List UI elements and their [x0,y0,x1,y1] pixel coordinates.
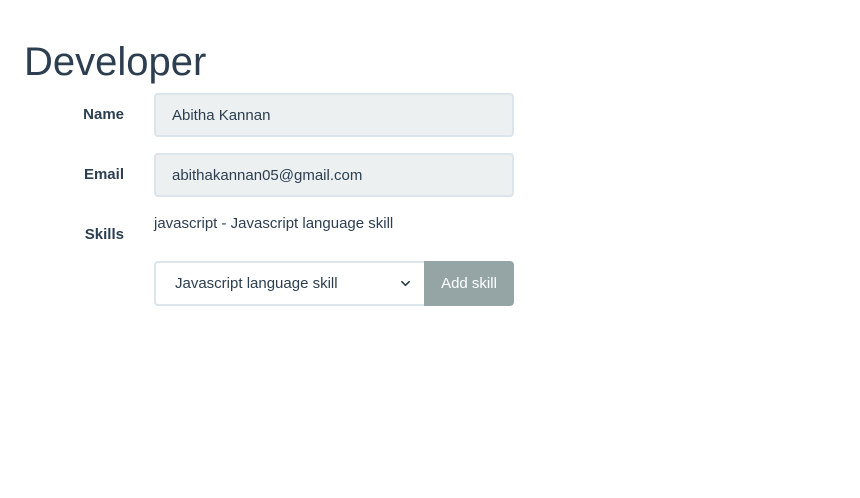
add-skill-button[interactable]: Add skill [424,261,514,306]
email-field[interactable] [154,153,514,197]
skill-list-item: javascript - Javascript language skill [154,215,394,232]
name-field[interactable] [154,93,514,137]
email-label: Email [83,166,124,183]
name-label: Name [83,106,124,123]
page-title: Developer [24,40,207,84]
skill-select-value: Javascript language skill [175,275,338,292]
skill-select[interactable]: Javascript language skill [154,261,424,306]
chevron-down-icon [401,280,410,287]
skills-label: Skills [84,226,124,243]
